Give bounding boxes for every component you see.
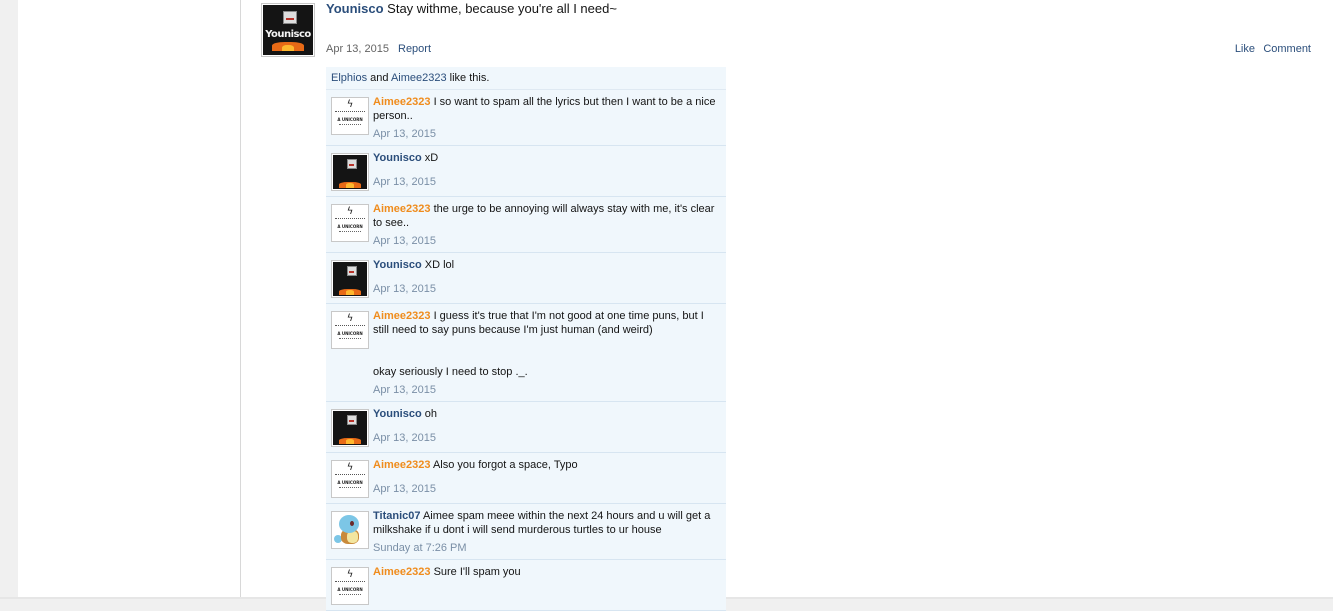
minecraft-character-icon: [333, 411, 367, 445]
unicorn-text-icon: ϟA UNICORN: [333, 99, 367, 133]
comment-date: Apr 13, 2015: [373, 432, 436, 444]
commenter-username[interactable]: Aimee2323: [373, 566, 431, 578]
commenter-username[interactable]: Titanic07: [373, 510, 421, 522]
comment-item: ϟA UNICORN Aimee2323 I so want to spam a…: [326, 90, 726, 146]
comment-date: Apr 13, 2015: [373, 283, 436, 295]
commenter-username[interactable]: Younisco: [373, 259, 422, 271]
minecraft-character-icon: Younisco: [263, 5, 313, 55]
comment-text: xD: [424, 152, 439, 164]
sidebar-divider: [240, 0, 241, 599]
comment-text: Aimee spam meee within the next 24 hours…: [373, 510, 711, 536]
avatar-text: Younisco: [265, 29, 311, 40]
report-link[interactable]: Report: [398, 43, 431, 55]
poster-avatar[interactable]: Younisco: [261, 3, 315, 57]
comment-date: Apr 13, 2015: [373, 483, 436, 495]
commenter-username[interactable]: Younisco: [373, 152, 422, 164]
comment-text: Sure I'll spam you: [433, 566, 521, 578]
likes-summary: Elphios and Aimee2323 like this.: [326, 67, 726, 90]
comment-date: Apr 13, 2015: [373, 128, 436, 140]
comment-date: Sunday at 7:26 PM: [373, 542, 467, 554]
comment-link[interactable]: Comment: [1263, 43, 1311, 55]
commenter-avatar[interactable]: [331, 511, 369, 549]
comment-text: Also you forgot a space, Typo: [432, 459, 578, 471]
commenter-avatar[interactable]: ϟA UNICORN: [331, 204, 369, 242]
comment-item: Younisco xD Apr 13, 2015: [326, 146, 726, 197]
comment-item: Titanic07 Aimee spam meee within the nex…: [326, 504, 726, 560]
commenter-username[interactable]: Younisco: [373, 408, 422, 420]
post-date[interactable]: Apr 13, 2015: [326, 43, 389, 55]
commenter-username[interactable]: Aimee2323: [373, 459, 431, 471]
commenter-avatar[interactable]: ϟA UNICORN: [331, 460, 369, 498]
comment-item: ϟA UNICORN Aimee2323 I guess it's true t…: [326, 304, 726, 402]
comment-text-extra: okay seriously I need to stop ._.: [373, 366, 528, 378]
comment-date: Apr 13, 2015: [373, 235, 436, 247]
unicorn-text-icon: ϟA UNICORN: [333, 206, 367, 240]
commenter-avatar[interactable]: [331, 260, 369, 298]
commenter-avatar[interactable]: ϟA UNICORN: [331, 567, 369, 605]
comment-item: Younisco XD lol Apr 13, 2015: [326, 253, 726, 304]
comment-list: Elphios and Aimee2323 like this. ϟA UNIC…: [326, 67, 726, 611]
minecraft-character-icon: [333, 262, 367, 296]
liker-link[interactable]: Elphios: [331, 72, 367, 84]
minecraft-character-icon: [333, 155, 367, 189]
commenter-avatar[interactable]: ϟA UNICORN: [331, 311, 369, 349]
unicorn-text-icon: ϟA UNICORN: [333, 462, 367, 496]
post-meta: Apr 13, 2015 Report Like Comment: [326, 43, 1313, 57]
liker-link[interactable]: Aimee2323: [391, 72, 447, 84]
post-header: Younisco Stay withme, because you're all…: [326, 1, 617, 16]
post-message: Stay withme, because you're all I need~: [387, 1, 617, 16]
commenter-username[interactable]: Aimee2323: [373, 96, 431, 108]
comment-text: oh: [424, 408, 438, 420]
commenter-avatar[interactable]: [331, 409, 369, 447]
commenter-username[interactable]: Aimee2323: [373, 203, 431, 215]
commenter-avatar[interactable]: [331, 153, 369, 191]
unicorn-text-icon: ϟA UNICORN: [333, 569, 367, 603]
comment-item: Younisco oh Apr 13, 2015: [326, 402, 726, 453]
comment-date: Apr 13, 2015: [373, 176, 436, 188]
squirtle-turtle-icon: [333, 513, 367, 547]
comment-date: Apr 13, 2015: [373, 384, 436, 396]
comment-item: ϟA UNICORN Aimee2323 Also you forgot a s…: [326, 453, 726, 504]
poster-username[interactable]: Younisco: [326, 1, 384, 16]
comment-item: ϟA UNICORN Aimee2323 the urge to be anno…: [326, 197, 726, 253]
like-link[interactable]: Like: [1235, 43, 1255, 55]
commenter-username[interactable]: Aimee2323: [373, 310, 431, 322]
comment-text: XD lol: [424, 259, 455, 271]
commenter-avatar[interactable]: ϟA UNICORN: [331, 97, 369, 135]
comment-item: ϟA UNICORN Aimee2323 Sure I'll spam you: [326, 560, 726, 611]
unicorn-text-icon: ϟA UNICORN: [333, 313, 367, 347]
